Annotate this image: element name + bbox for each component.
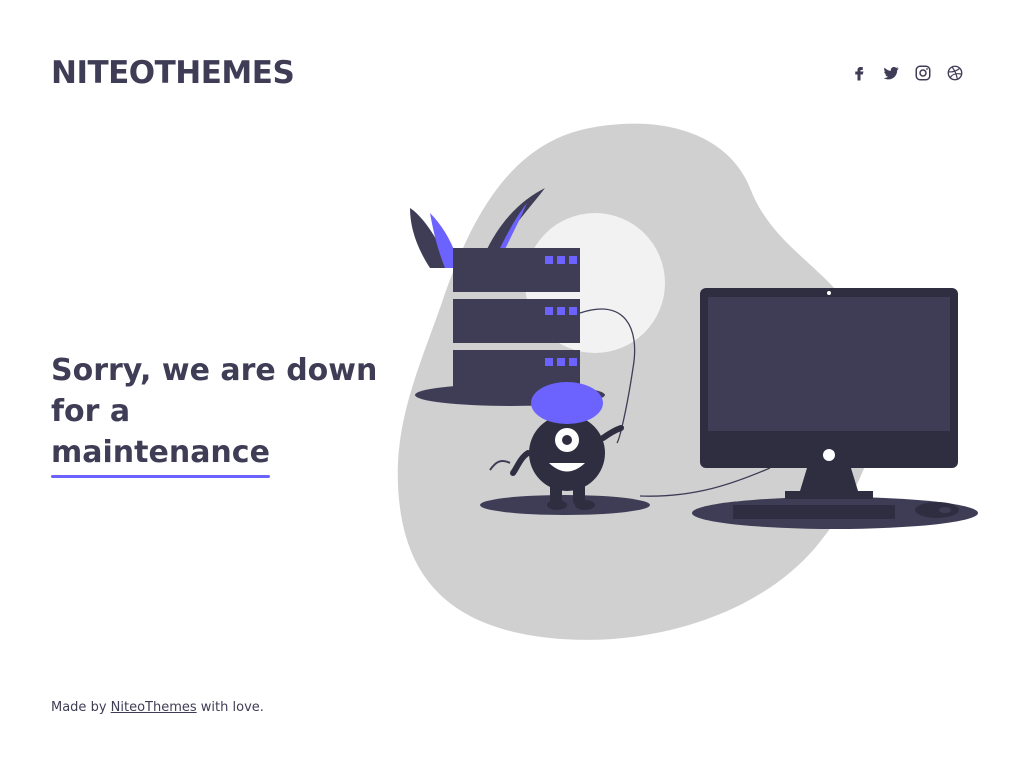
server-stack [453,248,580,394]
twitter-icon [883,66,899,80]
facebook-icon [855,67,864,81]
footer-author-link[interactable]: NiteoThemes [111,700,197,715]
footer-suffix: with love. [200,700,264,715]
instagram-link[interactable] [914,64,932,82]
brand-logo[interactable]: NITEOTHEMES [51,55,295,91]
social-links [850,64,964,82]
footer-prefix: Made by [51,700,107,715]
headline-text: Sorry, we are down for a [51,353,378,429]
headline-highlight: maintenance [51,432,270,478]
maintenance-headline: Sorry, we are down for a maintenance [51,350,431,478]
instagram-icon [915,65,931,81]
dribbble-icon [947,65,963,81]
dribbble-link[interactable] [946,64,964,82]
maintenance-illustration [397,123,978,640]
page-footer: Made by NiteoThemes with love. [51,700,264,715]
facebook-link[interactable] [850,64,868,82]
twitter-link[interactable] [882,64,900,82]
